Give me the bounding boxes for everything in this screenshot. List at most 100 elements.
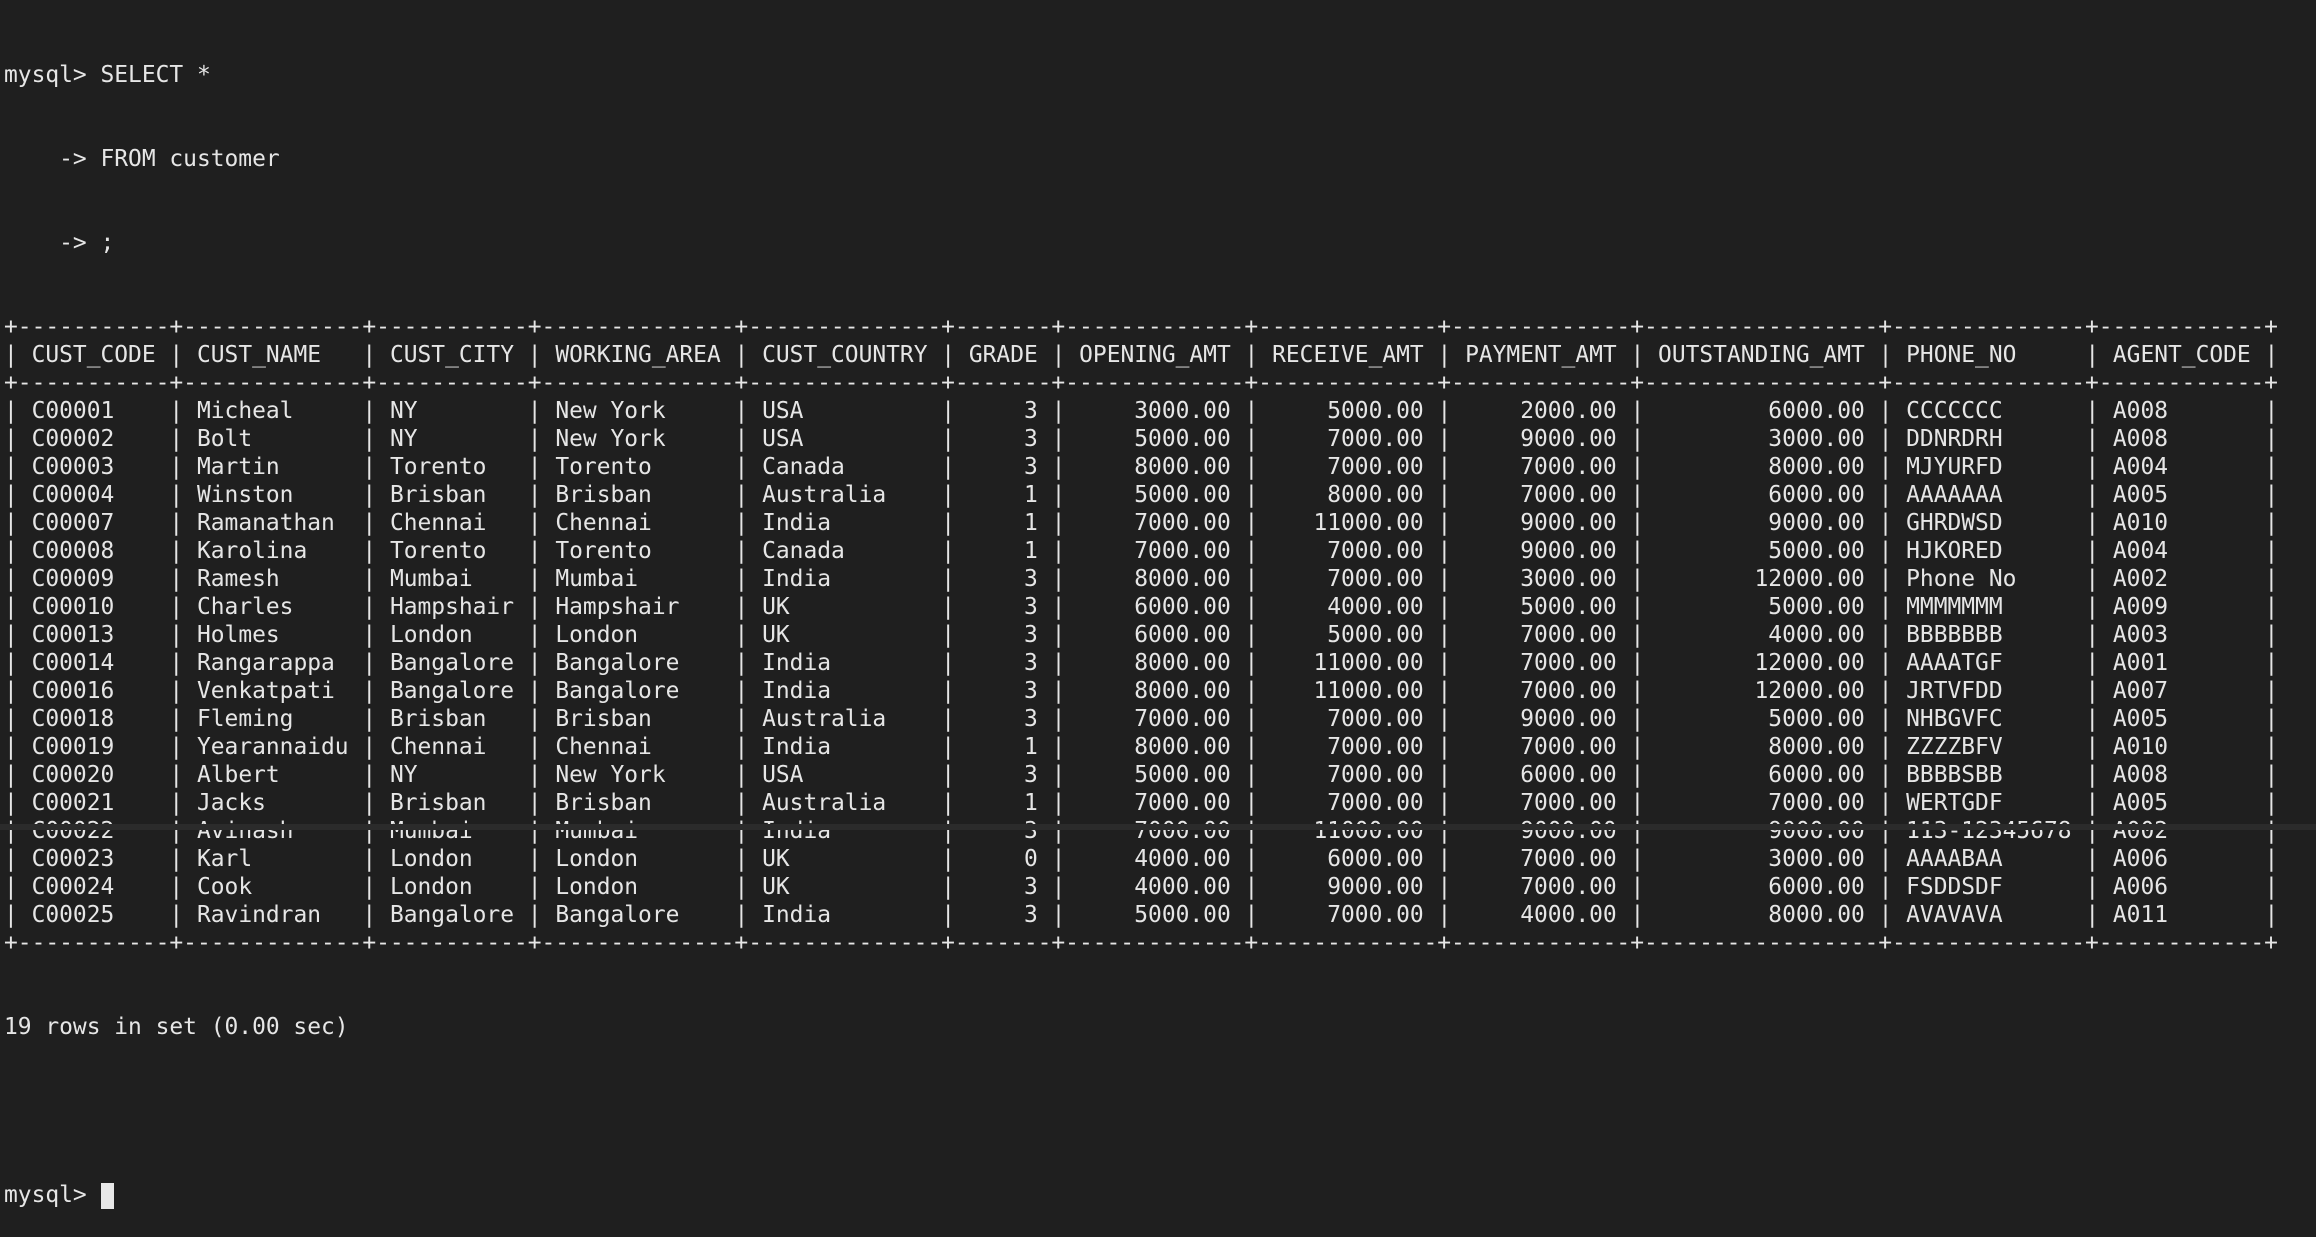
table-cell: 7000.00 — [1272, 566, 1424, 592]
table-cell: Bangalore — [390, 650, 514, 676]
table-cell: 7000.00 — [1079, 510, 1231, 536]
table-cell: 5000.00 — [1658, 706, 1865, 732]
column-divider: | — [1231, 874, 1272, 900]
column-divider: | — [156, 902, 197, 928]
column-divider: | — [1424, 594, 1465, 620]
column-divider: | — [2072, 426, 2113, 452]
table-cell: Brisban — [390, 706, 514, 732]
column-divider: | — [2072, 510, 2113, 536]
column-divider: | — [2251, 762, 2279, 788]
table-cell: 3 — [969, 762, 1038, 788]
column-divider: | — [2251, 566, 2279, 592]
column-divider: | — [721, 846, 762, 872]
table-cell: C00025 — [32, 902, 156, 928]
column-divider: | — [1038, 874, 1079, 900]
table-cell: 7000.00 — [1079, 706, 1231, 732]
table-cell: FSDDSDF — [1906, 874, 2071, 900]
prompt-line[interactable]: mysql> — [4, 1181, 2316, 1209]
table-cell: C00013 — [32, 622, 156, 648]
column-divider: | — [2251, 622, 2279, 648]
table-cell: 7000.00 — [1465, 454, 1617, 480]
table-cell: Winston — [197, 482, 349, 508]
column-divider: | — [1865, 734, 1906, 760]
column-divider: | — [1038, 594, 1079, 620]
table-cell: Hampshair — [555, 594, 720, 620]
table-border: +-----------+-------------+-----------+-… — [4, 929, 2316, 957]
table-cell: 7000.00 — [1465, 734, 1617, 760]
column-divider: | — [1617, 594, 1658, 620]
column-divider: | — [1231, 762, 1272, 788]
table-cell: Hampshair — [390, 594, 514, 620]
table-cell: 8000.00 — [1658, 902, 1865, 928]
column-divider: | — [1865, 398, 1906, 424]
table-cell: 6000.00 — [1658, 482, 1865, 508]
column-divider: | — [1617, 454, 1658, 480]
table-cell: A011 — [2113, 902, 2251, 928]
column-divider: | — [1424, 454, 1465, 480]
column-divider: | — [1865, 342, 1906, 368]
table-cell: USA — [762, 426, 927, 452]
column-divider: | — [1865, 678, 1906, 704]
column-divider: | — [1617, 510, 1658, 536]
table-cell: 3 — [969, 874, 1038, 900]
table-cell: 3 — [969, 706, 1038, 732]
column-divider: | — [2251, 482, 2279, 508]
table-cell: 5000.00 — [1465, 594, 1617, 620]
table-cell: Ramanathan — [197, 510, 349, 536]
column-header: CUST_CITY — [390, 342, 514, 368]
table-cell: Mumbai — [555, 818, 720, 844]
column-header: GRADE — [969, 342, 1038, 368]
table-cell: 3 — [969, 650, 1038, 676]
table-cell: Torento — [390, 538, 514, 564]
column-divider: | — [156, 650, 197, 676]
query-line-1: mysql> SELECT * — [4, 61, 2316, 89]
column-divider: | — [721, 594, 762, 620]
table-cell: ZZZZBFV — [1906, 734, 2071, 760]
column-divider: | — [1038, 846, 1079, 872]
column-divider: | — [514, 706, 555, 732]
column-divider: | — [1617, 818, 1658, 844]
column-divider: | — [2251, 902, 2279, 928]
column-divider: | — [2251, 538, 2279, 564]
table-cell: 1 — [969, 482, 1038, 508]
column-divider: | — [4, 678, 32, 704]
column-divider: | — [514, 398, 555, 424]
table-cell: MMMMMMM — [1906, 594, 2071, 620]
column-divider: | — [2251, 650, 2279, 676]
table-cell: A008 — [2113, 426, 2251, 452]
column-divider: | — [1231, 706, 1272, 732]
column-divider: | — [928, 622, 969, 648]
column-header: CUST_CODE — [32, 342, 156, 368]
column-divider: | — [514, 902, 555, 928]
table-cell: NHBGVFC — [1906, 706, 2071, 732]
table-cell: 12000.00 — [1658, 650, 1865, 676]
query-line-2: -> FROM customer — [4, 145, 2316, 173]
table-cell: A006 — [2113, 874, 2251, 900]
table-cell: AVAVAVA — [1906, 902, 2071, 928]
column-divider: | — [1865, 790, 1906, 816]
column-divider: | — [4, 734, 32, 760]
table-cell: Australia — [762, 482, 927, 508]
column-divider: | — [2072, 706, 2113, 732]
table-cell: Brisban — [390, 482, 514, 508]
table-border: +-----------+-------------+-----------+-… — [4, 313, 2316, 341]
column-divider: | — [1865, 650, 1906, 676]
column-divider: | — [721, 678, 762, 704]
column-header: AGENT_CODE — [2113, 342, 2251, 368]
column-divider: | — [1865, 818, 1906, 844]
column-divider: | — [514, 762, 555, 788]
table-cell: India — [762, 678, 927, 704]
column-divider: | — [1424, 846, 1465, 872]
column-divider: | — [156, 594, 197, 620]
table-cell: Torento — [390, 454, 514, 480]
table-cell: C00001 — [32, 398, 156, 424]
terminal-window[interactable]: mysql> SELECT * -> FROM customer -> ; +-… — [0, 0, 2316, 830]
column-divider: | — [721, 874, 762, 900]
column-divider: | — [928, 846, 969, 872]
result-table: +-----------+-------------+-----------+-… — [4, 313, 2316, 957]
column-divider: | — [514, 426, 555, 452]
table-cell: Bangalore — [390, 902, 514, 928]
table-cell: 6000.00 — [1658, 874, 1865, 900]
column-divider: | — [1424, 678, 1465, 704]
table-cell: A006 — [2113, 846, 2251, 872]
